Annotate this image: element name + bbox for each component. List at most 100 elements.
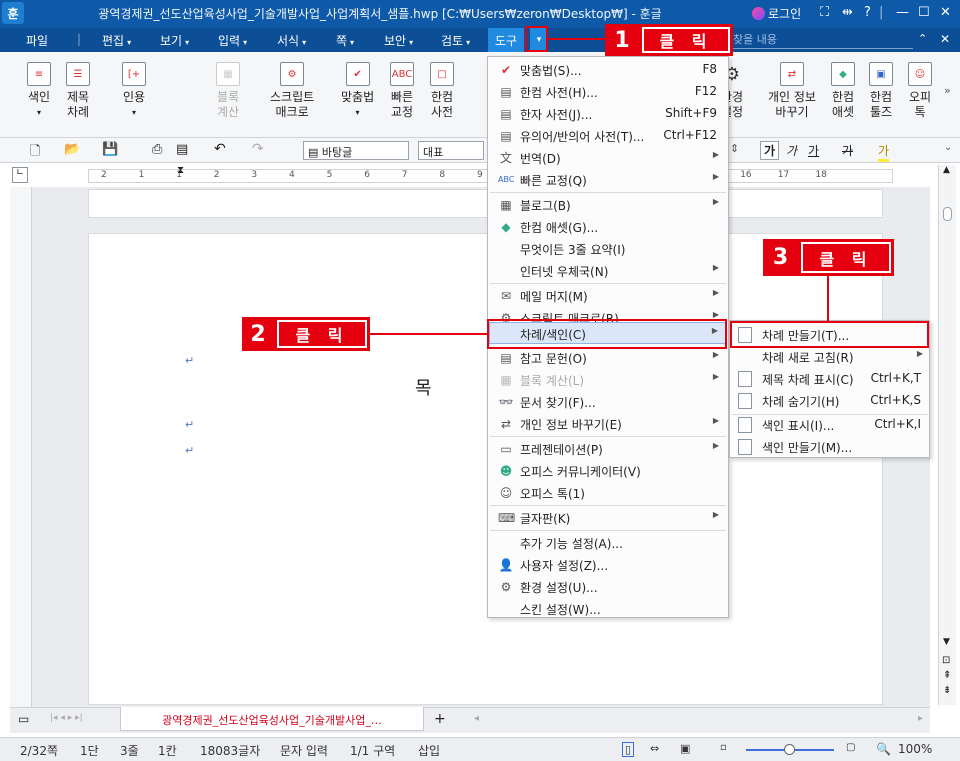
add-tab-button[interactable]: +	[434, 711, 446, 727]
menu-item-preferences[interactable]: ⚙ 환경 설정(U)...	[489, 576, 727, 598]
view-page-icon[interactable]: ▣	[680, 742, 690, 755]
ribbon-dict-button[interactable]: □ 한컴 사전	[430, 62, 454, 120]
new-doc-icon[interactable]: 🗋	[30, 142, 40, 164]
find-input[interactable]: 찾을 내용	[733, 31, 913, 49]
menu-item-blog[interactable]: ▦ 블로그(B) ▶	[489, 194, 727, 216]
menu-item-spell-check[interactable]: ✔ 맞춤법(S)... F8	[489, 59, 727, 81]
menu-file[interactable]: 파일	[26, 32, 48, 49]
split-icon[interactable]: ⇹	[842, 5, 853, 20]
ribbon-script-button[interactable]: ⚙ 스크립트 매크로	[270, 62, 314, 120]
italic-button[interactable]: 가	[786, 142, 797, 159]
tab-list-icon[interactable]: ▭	[18, 712, 29, 726]
prev-page-icon[interactable]: ⇞	[943, 670, 951, 681]
restore-icon[interactable]: ☐	[918, 5, 930, 20]
spinner-icon[interactable]: ⇕	[730, 142, 739, 155]
menu-item-bibliography[interactable]: ▤ 참고 문헌(O) ▶	[489, 347, 727, 369]
tab-stop-icon[interactable]: ∟	[12, 167, 28, 183]
minimize-icon[interactable]: —	[896, 5, 909, 20]
submenu-item-create-index[interactable]: 색인 만들기(M)...	[731, 436, 929, 458]
font-select[interactable]: 대표	[418, 141, 484, 160]
zoom-in-icon[interactable]: ▢	[846, 742, 855, 753]
menu-item-privacy[interactable]: ⇄ 개인 정보 바꾸기(E) ▶	[489, 413, 727, 435]
submenu-item-refresh-toc[interactable]: 차례 새로 고침(R) ▶	[731, 346, 929, 368]
menu-item-addons[interactable]: 추가 기능 설정(A)...	[489, 532, 727, 554]
menu-item-translate[interactable]: 文 번역(D) ▶	[489, 147, 727, 169]
menu-item-summary[interactable]: 무엇이든 3줄 요약(I)	[489, 238, 727, 260]
page-up-icon[interactable]: ⊡	[942, 655, 950, 666]
strike-button[interactable]: 가	[842, 142, 853, 159]
ribbon-spell-button[interactable]: ✔ 맞춤법 ▾	[341, 62, 374, 120]
redo-icon[interactable]: ↷	[252, 141, 264, 157]
ribbon-toc-button[interactable]: ☰ 제목 차례	[66, 62, 90, 120]
login-button[interactable]: 로그인	[752, 5, 801, 22]
menu-item-hanja-dict[interactable]: ▤ 한자 사전(J)... Shift+F9	[489, 103, 727, 125]
ribbon-asset-button[interactable]: ◆ 한컴 애셋	[831, 62, 855, 120]
page-current[interactable]: ↵ 목 ↵ ↵	[88, 233, 883, 705]
status-insert[interactable]: 삽입	[418, 742, 440, 759]
zoom-out-icon[interactable]: ▫	[720, 742, 727, 753]
menu-view[interactable]: 보기 ▾	[160, 32, 189, 49]
zoom-level[interactable]: 100%	[898, 742, 932, 756]
open-folder-icon[interactable]: 📂	[64, 142, 80, 157]
menu-item-asset[interactable]: ◆ 한컴 애셋(G)...	[489, 216, 727, 238]
menu-insert[interactable]: 입력 ▾	[218, 32, 247, 49]
menu-item-hancom-dict[interactable]: ▤ 한컴 사전(H)... F12	[489, 81, 727, 103]
scroll-up-icon[interactable]: ▲	[943, 165, 950, 175]
ribbon-index-button[interactable]: ≡ 색인 ▾	[27, 62, 51, 120]
zoom-icon[interactable]: 🔍	[876, 742, 891, 756]
doc-close-icon[interactable]: ✕	[940, 32, 950, 46]
zoom-slider-thumb[interactable]	[784, 744, 795, 755]
expand-icon[interactable]: ⛶	[820, 5, 829, 20]
ribbon-office-talk-button[interactable]: ☺ 오피 톡	[908, 62, 932, 120]
next-page-icon[interactable]: ⇟	[943, 685, 951, 696]
menu-item-quick-correct[interactable]: ABC 빠른 교정(Q) ▶	[489, 169, 727, 191]
save-icon[interactable]: 💾	[102, 142, 118, 157]
print-icon[interactable]: ⎙	[152, 142, 162, 157]
hscroll-right-icon[interactable]: ▸	[918, 713, 923, 724]
menu-item-presentation[interactable]: ▭ 프레젠테이션(P) ▶	[489, 438, 727, 460]
ribbon-collapse-icon[interactable]: ⌃	[918, 32, 927, 45]
indent-marker-icon[interactable]: ⧗	[177, 165, 184, 176]
underline-button[interactable]: 가	[808, 142, 819, 159]
menu-page[interactable]: 쪽 ▾	[336, 32, 354, 49]
menu-item-mail-merge[interactable]: ✉ 메일 머지(M) ▶	[489, 285, 727, 307]
close-icon[interactable]: ✕	[940, 5, 951, 20]
vertical-scrollbar[interactable]: ▲ ▼ ⊡ ⇞ ⇟	[938, 165, 956, 705]
view-fit-icon[interactable]: ⇔	[650, 742, 659, 755]
menu-item-skin[interactable]: 스킨 설정(W)...	[489, 598, 727, 620]
menu-item-keyboard[interactable]: ⌨ 글자판(K) ▶	[489, 507, 727, 529]
view-normal-icon[interactable]: ▯	[622, 742, 635, 757]
undo-icon[interactable]: ↶	[214, 141, 226, 157]
menu-security[interactable]: 보안 ▾	[384, 32, 413, 49]
style-select[interactable]: ▤ 바탕글	[303, 141, 409, 160]
highlight-button[interactable]: 가	[878, 142, 890, 162]
menu-item-find-doc[interactable]: 👓 문서 찾기(F)...	[489, 391, 727, 413]
menu-format[interactable]: 서식 ▾	[277, 32, 306, 49]
scroll-thumb[interactable]	[943, 207, 952, 221]
submenu-item-mark-toc[interactable]: 제목 차례 표시(C) Ctrl+K,T	[731, 368, 929, 390]
help-icon[interactable]: ?	[864, 5, 871, 20]
menu-item-communicator[interactable]: ☻ 오피스 커뮤니케이터(V)	[489, 460, 727, 482]
menu-item-thesaurus[interactable]: ▤ 유의어/반의어 사전(T)... Ctrl+F12	[489, 125, 727, 147]
submenu-item-mark-index[interactable]: 색인 표시(I)... Ctrl+K,I	[731, 414, 929, 436]
bold-button[interactable]: 가	[760, 141, 780, 160]
ribbon-cite-button[interactable]: [+ 인용 ▾	[122, 62, 146, 120]
tab-nav-icon[interactable]: |◂ ◂ ▸ ▸|	[50, 713, 83, 723]
ribbon-more-icon[interactable]: »	[944, 84, 951, 97]
menu-item-user-settings[interactable]: 👤 사용자 설정(Z)...	[489, 554, 727, 576]
menu-review[interactable]: 검토 ▾	[441, 32, 470, 49]
ribbon-tools-button[interactable]: ▣ 한컴 툴즈	[869, 62, 893, 120]
menu-item-office-talk[interactable]: ☺ 오피스 톡(1)	[489, 482, 727, 504]
menu-edit[interactable]: 편집 ▾	[102, 32, 131, 49]
ribbon-privacy-button[interactable]: ⇄ 개인 정보 바꾸기	[768, 62, 816, 120]
ribbon-block-calc-button[interactable]: ▦ 블록 계산	[216, 62, 240, 120]
ribbon-quick-correct-button[interactable]: ABC 빠른 교정	[390, 62, 414, 120]
toolbar-more-icon[interactable]: ⌄	[944, 142, 952, 153]
submenu-item-hide-toc[interactable]: 차례 숨기기(H) Ctrl+K,S	[731, 390, 929, 412]
menu-tools[interactable]: 도구	[488, 28, 524, 52]
scroll-down-icon[interactable]: ▼	[943, 637, 950, 647]
hscroll-left-icon[interactable]: ◂	[474, 713, 479, 724]
document-tab[interactable]: 광역경제권_선도산업육성사업_기술개발사업_…	[120, 707, 424, 731]
preview-icon[interactable]: ▤	[176, 142, 188, 157]
menu-item-post-office[interactable]: 인터넷 우체국(N) ▶	[489, 260, 727, 282]
